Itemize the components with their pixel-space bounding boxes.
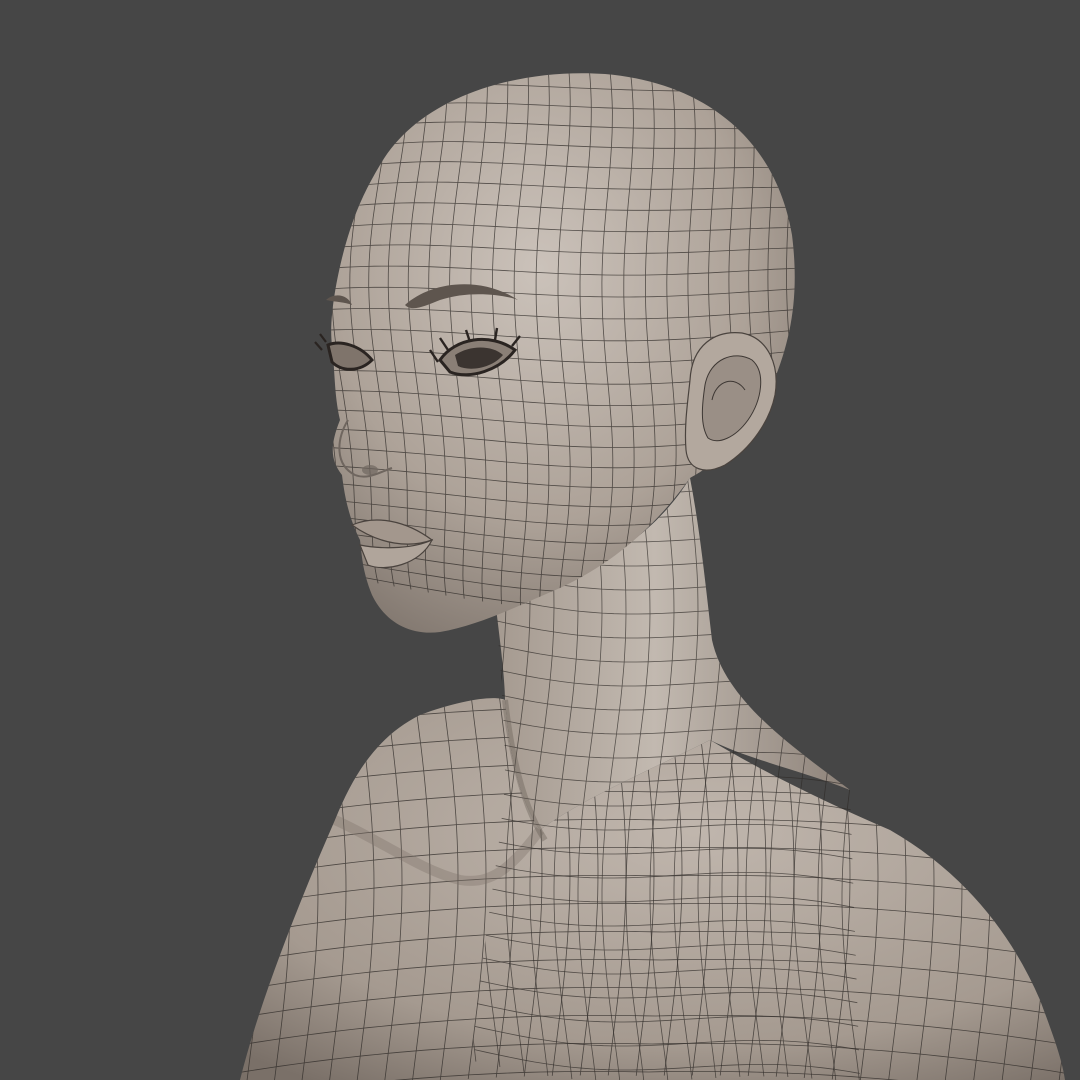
bust-render — [240, 73, 1065, 1080]
ear-mesh — [684, 332, 777, 471]
3d-viewport[interactable] — [0, 0, 1080, 1080]
